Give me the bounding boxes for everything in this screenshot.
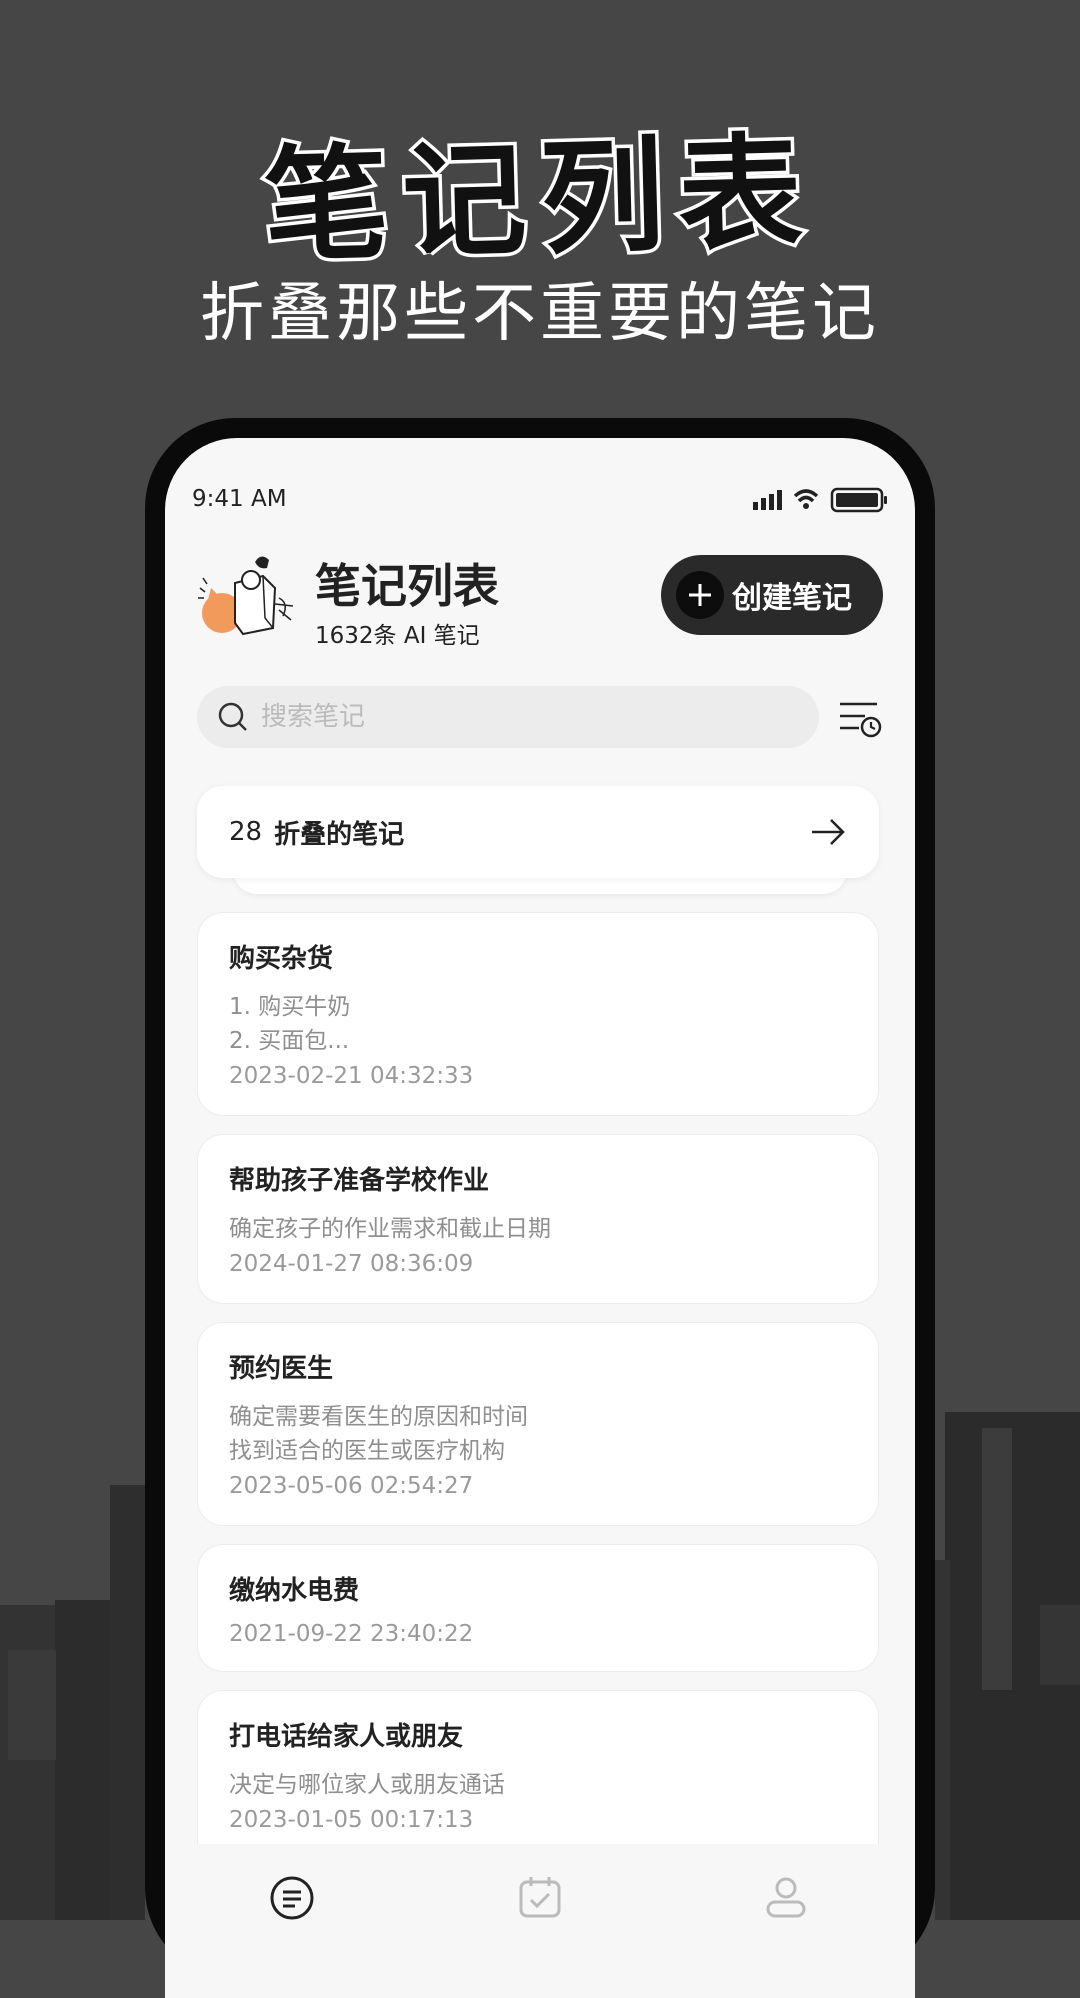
note-title: 打电话给家人或朋友 — [229, 1722, 464, 1752]
note-date: 2021-09-22 23:40:22 — [229, 1621, 474, 1647]
status-bar-icons — [753, 484, 893, 520]
note-line: 找到适合的医生或医疗机构 — [229, 1438, 505, 1464]
note-line: 1. 购买牛奶 — [229, 994, 351, 1020]
folded-label: 折叠的笔记 — [274, 819, 405, 850]
status-time: 9:41 AM — [192, 486, 287, 512]
note-card[interactable]: 预约医生 确定需要看医生的原因和时间 找到适合的医生或医疗机构 2023-05-… — [197, 1322, 879, 1526]
folded-notes-card[interactable]: 28 折叠的笔记 — [197, 786, 879, 878]
cat-box-illustration — [198, 556, 294, 636]
search-input[interactable] — [259, 701, 783, 733]
note-line: 2. 买面包... — [229, 1028, 350, 1054]
note-card[interactable]: 帮助孩子准备学校作业 确定孩子的作业需求和截止日期 2024-01-27 08:… — [197, 1134, 879, 1304]
bottom-tab-bar — [165, 1844, 915, 1998]
arrow-right-icon — [812, 819, 845, 845]
hero-subtitle: 折叠那些不重要的笔记 — [200, 277, 880, 351]
folded-count: 28 — [229, 817, 263, 847]
note-date: 2023-05-06 02:54:27 — [229, 1473, 474, 1499]
search-bar[interactable] — [197, 686, 819, 748]
note-date: 2023-01-05 00:17:13 — [229, 1807, 474, 1833]
plus-icon — [676, 571, 724, 619]
note-date: 2024-01-27 08:36:09 — [229, 1251, 474, 1277]
note-title: 预约医生 — [229, 1354, 334, 1384]
note-title: 购买杂货 — [229, 944, 334, 974]
note-card[interactable]: 购买杂货 1. 购买牛奶 2. 买面包... 2023-02-21 04:32:… — [197, 912, 879, 1116]
search-icon — [218, 702, 247, 731]
sort-history-icon[interactable] — [837, 696, 883, 740]
note-title: 缴纳水电费 — [229, 1576, 360, 1606]
note-card[interactable]: 缴纳水电费 2021-09-22 23:40:22 — [197, 1544, 879, 1672]
notes-icon[interactable] — [268, 1874, 316, 1922]
page-title: 笔记列表 — [315, 559, 499, 613]
hero-title: 笔记列表 — [259, 117, 822, 282]
app-screen: 9:41 AM 笔记列表 1632条 AI 笔记 创建笔记 搜索笔记 28 折叠… — [165, 438, 915, 1998]
profile-icon[interactable] — [763, 1874, 809, 1920]
note-line: 确定孩子的作业需求和截止日期 — [229, 1216, 551, 1242]
note-line: 确定需要看医生的原因和时间 — [229, 1404, 528, 1430]
signal-wifi-battery-icon — [753, 487, 887, 513]
phone-frame: 9:41 AM 笔记列表 1632条 AI 笔记 创建笔记 搜索笔记 28 折叠… — [145, 418, 935, 1998]
notes-count: 1632条 AI 笔记 — [315, 623, 480, 649]
note-line: 决定与哪位家人或朋友通话 — [229, 1772, 505, 1798]
create-note-button[interactable]: 创建笔记 — [661, 555, 883, 635]
calendar-check-icon[interactable] — [517, 1874, 563, 1920]
note-date: 2023-02-21 04:32:33 — [229, 1063, 474, 1089]
create-note-label: 创建笔记 — [732, 581, 852, 616]
note-title: 帮助孩子准备学校作业 — [229, 1166, 490, 1196]
